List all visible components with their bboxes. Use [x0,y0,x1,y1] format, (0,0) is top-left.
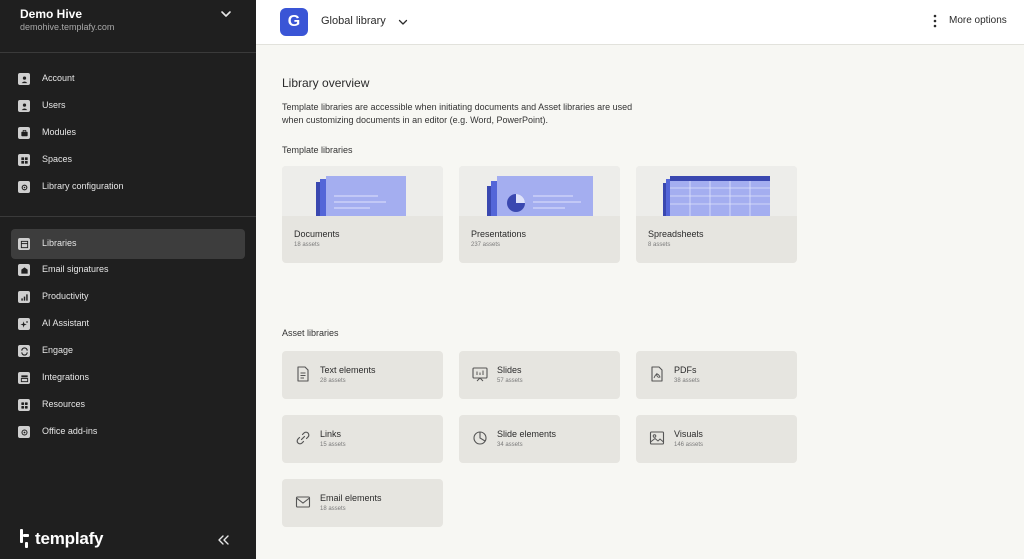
asset-library-name: Email elements [320,493,382,503]
asset-library-count: 57 assets [497,378,523,384]
templafy-logo: templafy [18,528,104,550]
sidebar-item-label: Modules [42,127,77,137]
template-library-count: 8 assets [648,242,671,248]
spaces-icon [18,154,30,166]
sidebar-item-label: Integrations [42,372,90,382]
sidebar-item-label: Email signatures [42,264,109,274]
page-title: Library overview [282,76,370,90]
asset-library-name: Slides [497,365,522,375]
visuals-icon [649,431,665,445]
library-selector[interactable]: Global library [321,15,386,27]
integrations-icon [18,372,30,384]
asset-library-card-visuals[interactable]: Visuals 146 assets [636,415,797,463]
modules-icon [18,127,30,139]
link-icon [296,431,310,445]
template-library-card-documents[interactable]: Documents 18 assets [282,166,443,263]
sidebar-item-productivity[interactable]: Productivity [11,282,245,312]
templafy-mark-icon [20,529,29,548]
sidebar-item-label: Spaces [42,154,73,164]
asset-library-count: 34 assets [497,442,523,448]
org-switcher[interactable]: Demo Hive demohive.templafy.com [0,0,256,50]
sidebar-item-account[interactable]: Account [11,64,245,94]
sidebar-item-engage[interactable]: Engage [11,336,245,366]
template-library-card-presentations[interactable]: Presentations 237 assets [459,166,620,263]
account-icon [18,73,30,85]
spreadsheet-thumbnail [636,166,797,216]
more-options-icon[interactable] [932,13,938,29]
library-logo: G [280,8,308,36]
slide-elements-icon [473,431,487,445]
libraries-icon [18,238,30,250]
sidebar-item-label: AI Assistant [42,318,90,328]
sidebar-item-label: Engage [42,345,74,355]
sidebar-item-label: Libraries [42,238,77,248]
org-name: Demo Hive [20,7,83,21]
template-library-name: Spreadsheets [648,229,704,239]
email-elements-icon [295,496,311,508]
asset-libraries-heading: Asset libraries [282,328,339,338]
sidebar-item-label: Resources [42,399,86,409]
slides-icon [472,367,488,382]
email-signature-icon [18,264,30,276]
sidebar-item-users[interactable]: Users [11,91,245,121]
presentation-thumbnail [459,166,620,216]
sidebar-item-integrations[interactable]: Integrations [11,363,245,393]
users-icon [18,100,30,112]
sidebar-item-office-add-ins[interactable]: Office add-ins [11,417,245,447]
template-library-count: 18 assets [294,242,320,248]
sidebar-item-label: Library configuration [42,181,124,191]
sidebar-item-ai-assistant[interactable]: AI Assistant [11,309,245,339]
sidebar: Demo Hive demohive.templafy.com Account … [0,0,256,559]
sidebar-item-label: Users [42,100,66,110]
org-domain: demohive.templafy.com [20,22,115,32]
template-library-name: Documents [294,229,340,239]
asset-library-card-links[interactable]: Links 15 assets [282,415,443,463]
asset-library-name: Slide elements [497,429,557,439]
productivity-icon [18,291,30,303]
sidebar-item-modules[interactable]: Modules [11,118,245,148]
brand-name: templafy [35,529,104,548]
template-libraries-heading: Template libraries [282,145,353,155]
asset-library-count: 18 assets [320,506,346,512]
engage-icon [18,345,30,357]
sidebar-item-label: Productivity [42,291,89,301]
asset-library-count: 38 assets [674,378,700,384]
sidebar-divider [0,52,256,53]
chevron-down-icon[interactable] [218,6,234,22]
sidebar-item-label: Office add-ins [42,426,98,436]
pdf-icon [651,366,663,382]
library-config-icon [18,181,30,193]
page-description: Template libraries are accessible when i… [282,102,633,125]
sidebar-item-spaces[interactable]: Spaces [11,145,245,175]
text-elements-icon [297,366,309,382]
asset-library-count: 28 assets [320,378,346,384]
asset-library-count: 146 assets [674,442,704,448]
sidebar-item-resources[interactable]: Resources [11,390,245,420]
ai-assistant-icon [18,318,30,330]
office-addins-icon [18,426,30,438]
topbar: G Global library More options [256,0,1024,45]
template-library-card-spreadsheets[interactable]: Spreadsheets 8 assets [636,166,797,263]
sidebar-item-email-signatures[interactable]: Email signatures [11,255,245,285]
asset-library-name: Text elements [320,365,376,375]
sidebar-divider [0,216,256,217]
asset-library-card-slide-elements[interactable]: Slide elements 34 assets [459,415,620,463]
collapse-sidebar-icon[interactable] [216,533,232,547]
asset-library-card-slides[interactable]: Slides 57 assets [459,351,620,399]
asset-library-count: 15 assets [320,442,346,448]
sidebar-item-label: Account [42,73,75,83]
chevron-down-icon[interactable] [397,16,409,28]
template-library-count: 237 assets [471,242,501,248]
resources-icon [18,399,30,411]
asset-library-card-pdfs[interactable]: PDFs 38 assets [636,351,797,399]
more-options-button[interactable]: More options [949,15,1007,26]
template-library-name: Presentations [471,229,527,239]
asset-library-card-email-elements[interactable]: Email elements 18 assets [282,479,443,527]
asset-library-name: PDFs [674,365,697,375]
sidebar-item-library-configuration[interactable]: Library configuration [11,172,245,202]
asset-library-card-text-elements[interactable]: Text elements 28 assets [282,351,443,399]
asset-library-name: Visuals [674,429,703,439]
document-thumbnail [282,166,443,216]
asset-library-name: Links [320,429,342,439]
